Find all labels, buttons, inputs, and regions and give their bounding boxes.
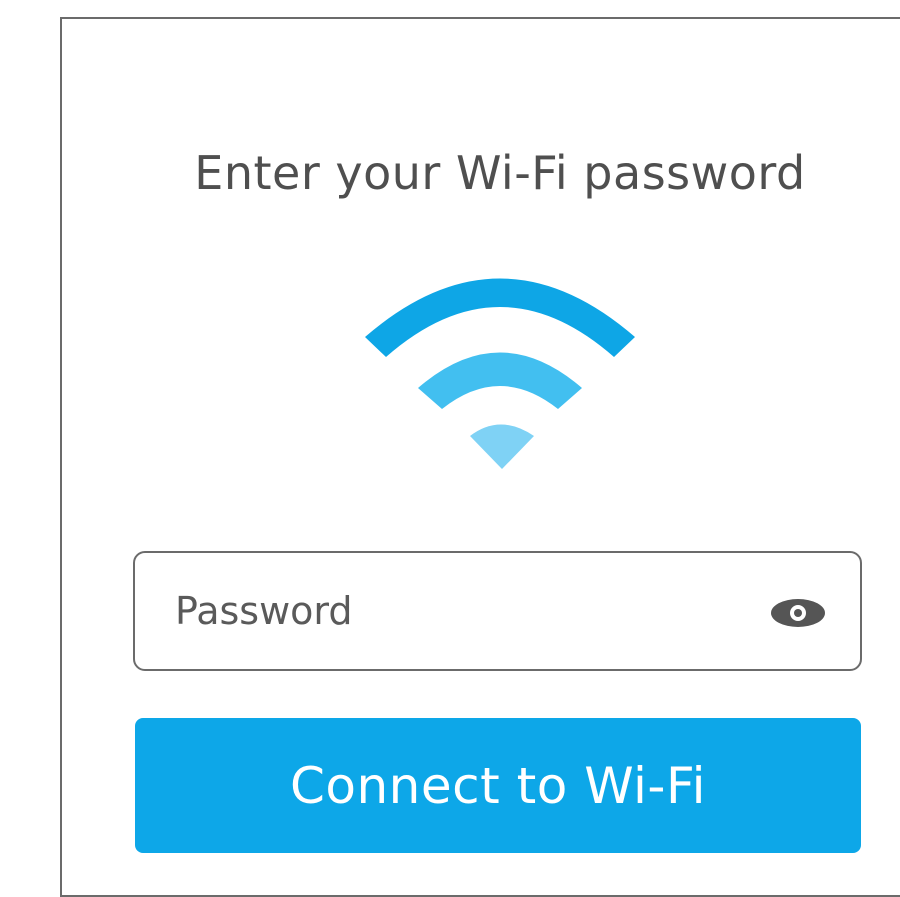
password-field[interactable] (133, 551, 862, 671)
eye-icon[interactable] (769, 597, 827, 629)
wifi-icon (365, 278, 635, 469)
connect-to-wifi-button[interactable]: Connect to Wi-Fi (135, 718, 861, 853)
password-input[interactable] (175, 573, 735, 649)
wifi-outer-arc-icon (365, 278, 635, 357)
wifi-dot-icon (470, 424, 534, 469)
wifi-middle-arc-icon (418, 352, 582, 409)
dialog-title: Enter your Wi-Fi password (194, 146, 806, 200)
